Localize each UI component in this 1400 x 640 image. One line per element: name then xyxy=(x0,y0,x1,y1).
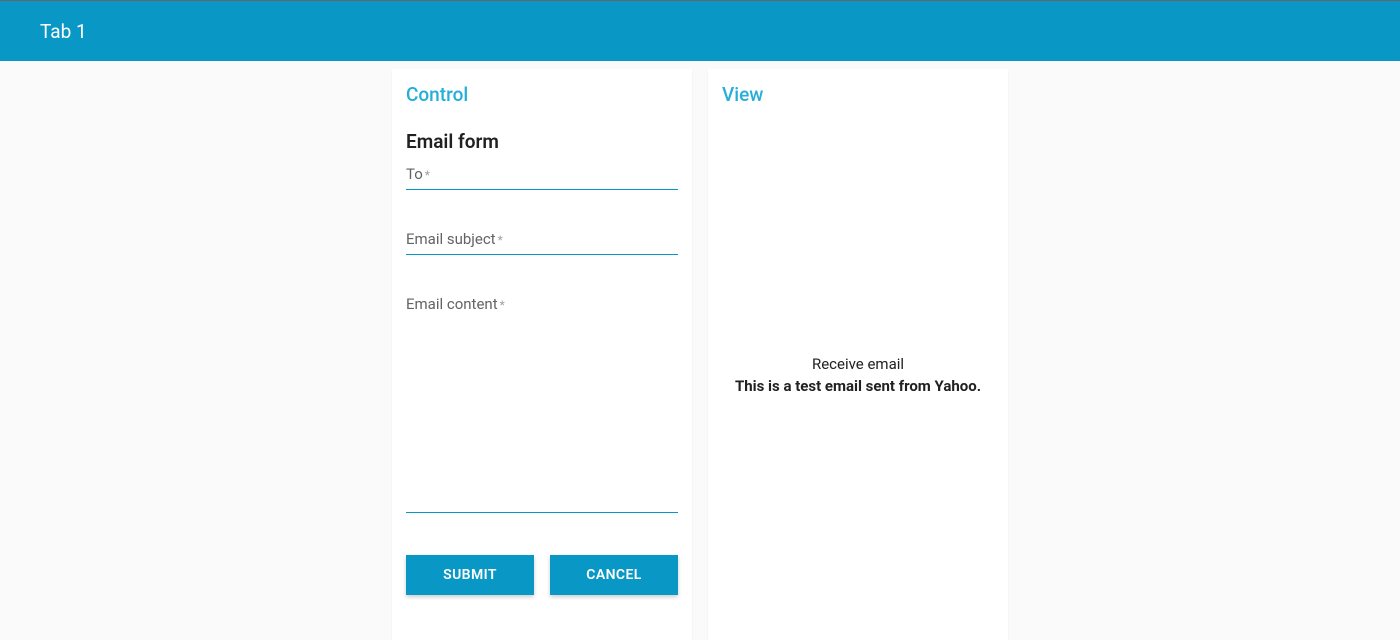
cancel-button[interactable]: CANCEL xyxy=(550,555,678,595)
subject-input[interactable] xyxy=(406,228,678,255)
control-card-title: Control xyxy=(406,83,678,106)
control-card: Control Email form To* Email subject* Em… xyxy=(392,69,692,640)
submit-button[interactable]: SUBMIT xyxy=(406,555,534,595)
view-body: Receive email This is a test email sent … xyxy=(722,130,994,620)
content-textarea[interactable] xyxy=(406,293,678,513)
view-card: View Receive email This is a test email … xyxy=(708,69,1008,640)
tab-label[interactable]: Tab 1 xyxy=(40,20,87,43)
received-email-message: This is a test email sent from Yahoo. xyxy=(735,377,981,395)
content-field-wrapper: Email content* xyxy=(406,293,678,513)
to-input[interactable] xyxy=(406,163,678,190)
to-field-wrapper: To* xyxy=(406,163,678,190)
receive-email-caption: Receive email xyxy=(812,355,904,373)
main-content: Control Email form To* Email subject* Em… xyxy=(0,61,1400,640)
view-card-title: View xyxy=(722,83,994,106)
email-form-heading: Email form xyxy=(406,130,678,153)
subject-field-wrapper: Email subject* xyxy=(406,228,678,255)
form-button-row: SUBMIT CANCEL xyxy=(406,555,678,595)
app-header: Tab 1 xyxy=(0,1,1400,61)
